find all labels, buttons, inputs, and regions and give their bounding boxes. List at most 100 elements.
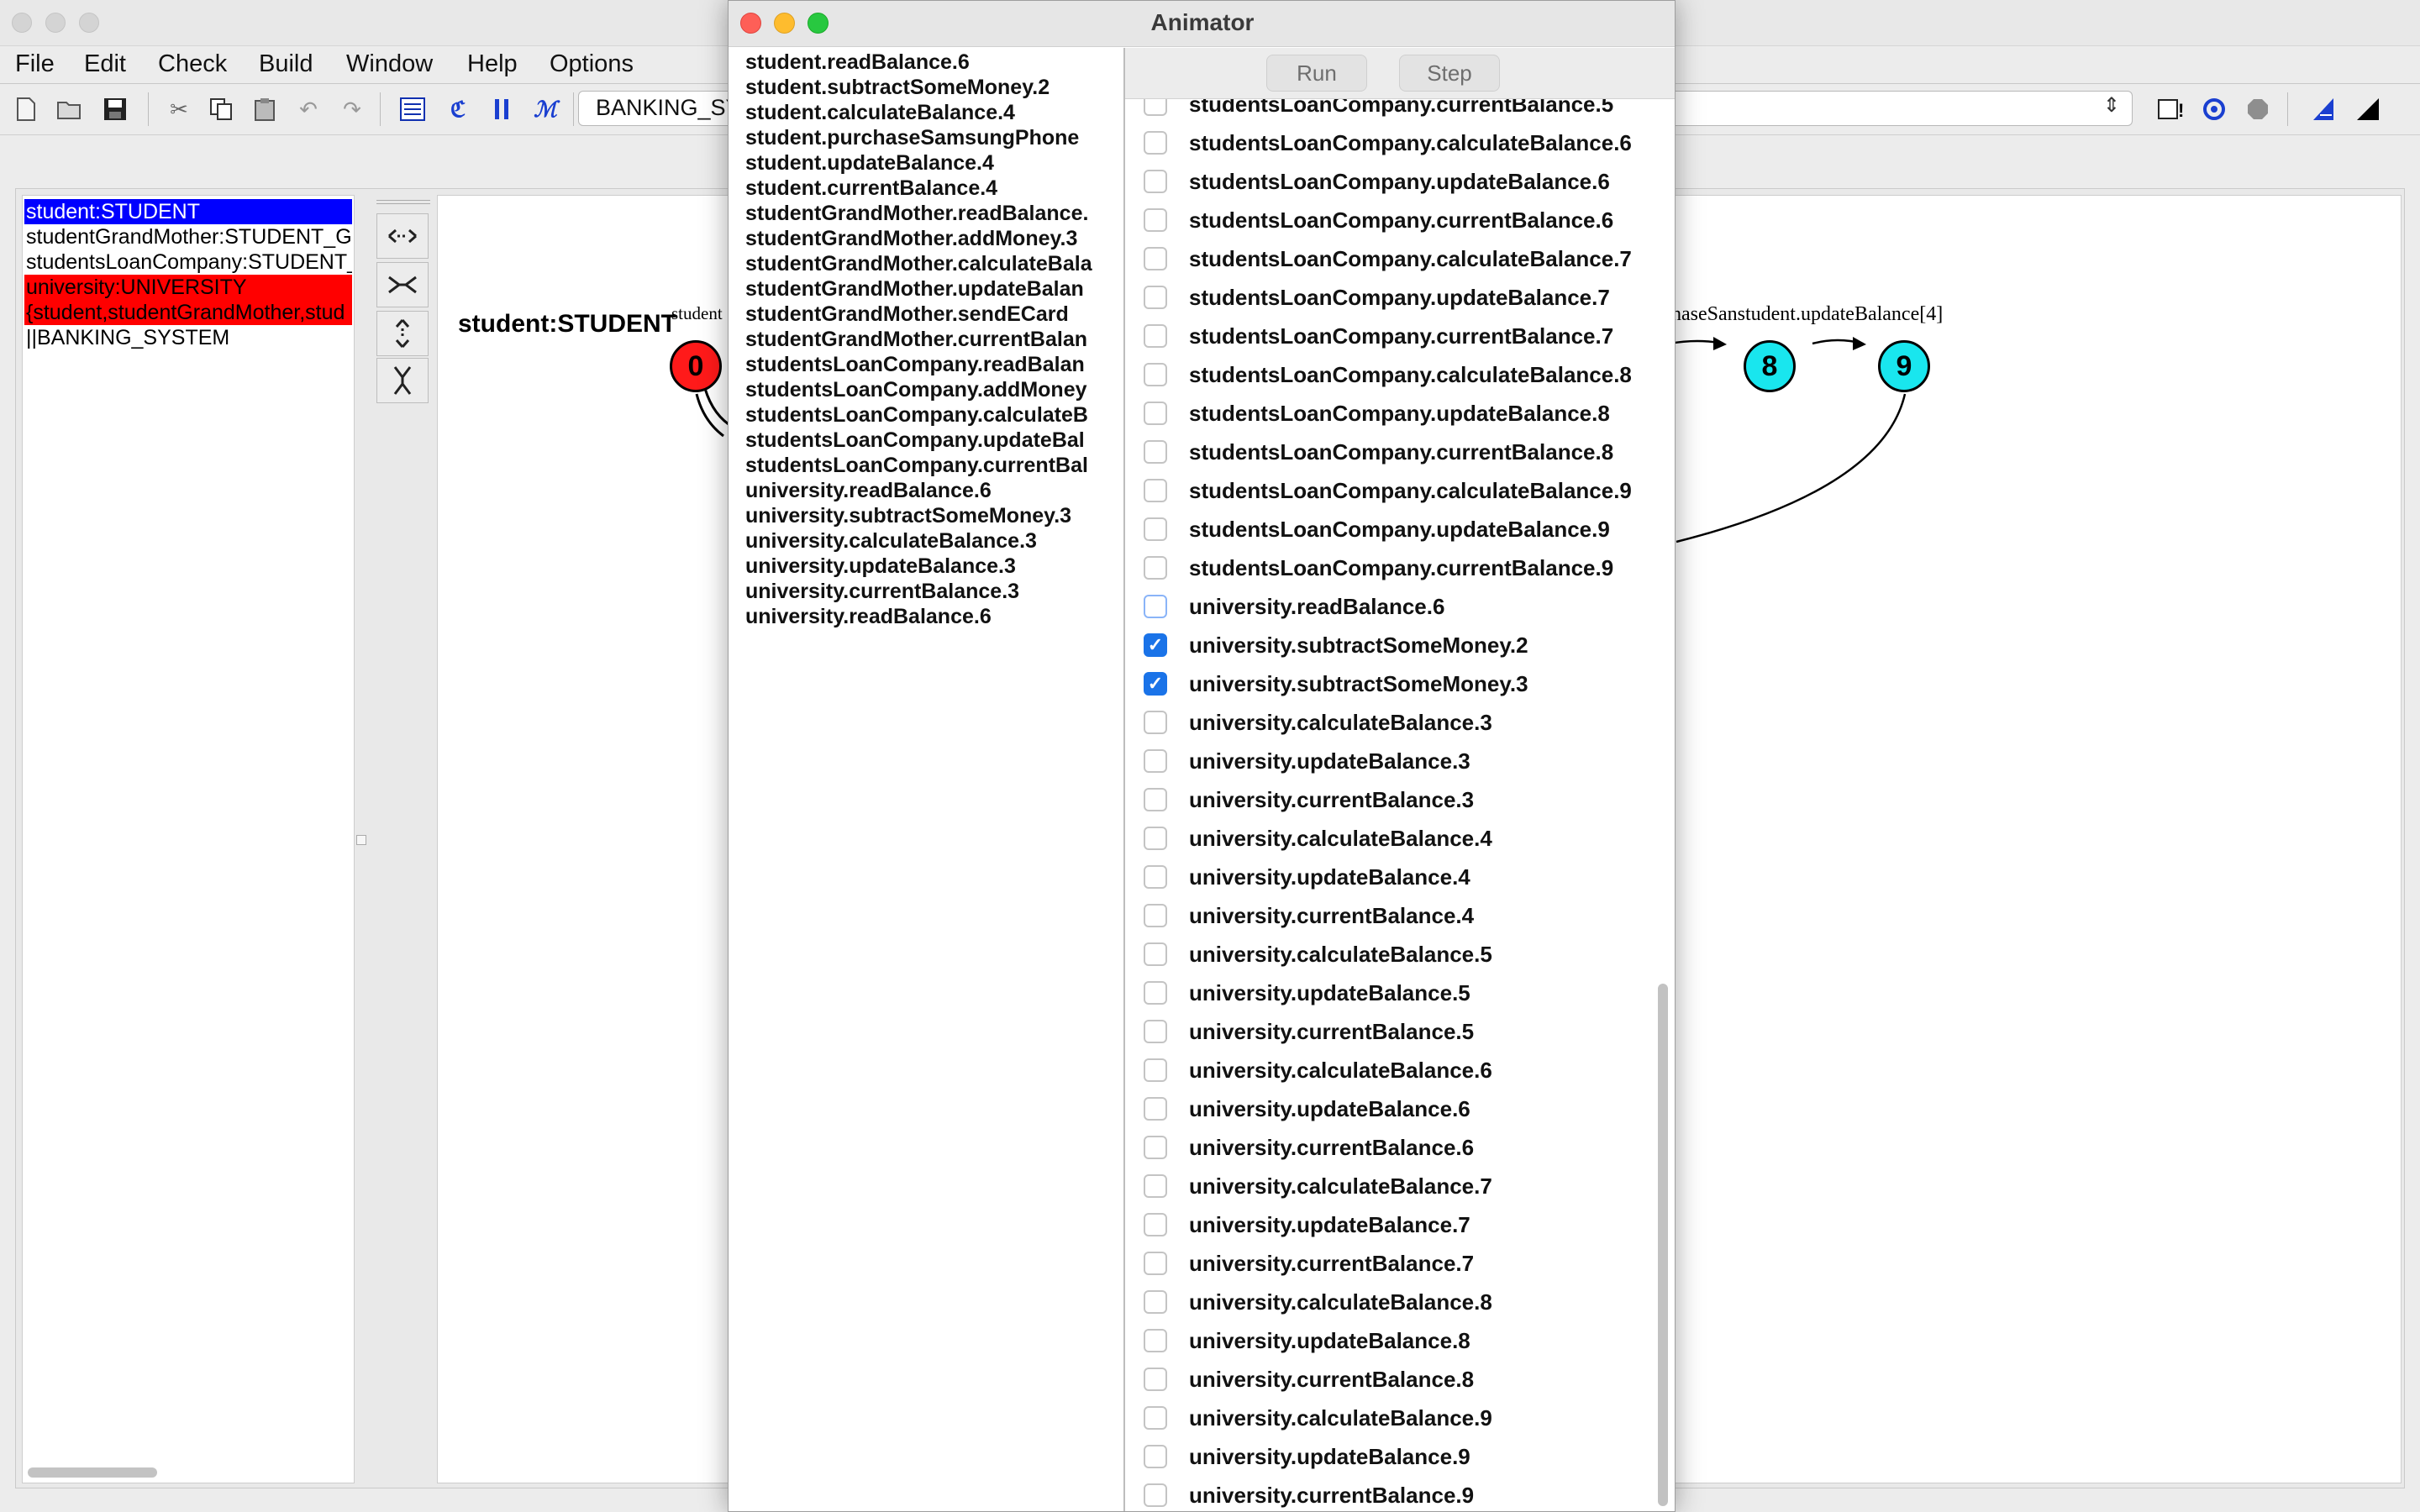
action-checkbox[interactable] xyxy=(1144,363,1167,386)
open-folder-icon[interactable] xyxy=(50,90,89,129)
action-checkbox[interactable] xyxy=(1144,865,1167,889)
process-item-grandmother[interactable]: studentGrandMother:STUDENT_G xyxy=(24,224,352,249)
action-row[interactable]: studentsLoanCompany.calculateBalance.7 xyxy=(1144,239,1632,278)
action-checkbox-checked[interactable]: ✓ xyxy=(1144,672,1167,696)
action-checkbox[interactable] xyxy=(1144,711,1167,734)
action-row[interactable]: studentsLoanCompany.calculateBalance.9 xyxy=(1144,471,1632,510)
action-checkbox-checked[interactable]: ✓ xyxy=(1144,633,1167,657)
action-row[interactable]: university.updateBalance.4 xyxy=(1144,858,1614,896)
action-checkbox[interactable] xyxy=(1144,1290,1167,1314)
safety-check-icon[interactable]: ! xyxy=(2151,90,2190,129)
action-row[interactable]: university.currentBalance.7 xyxy=(1144,1244,1614,1283)
action-checkbox[interactable] xyxy=(1144,904,1167,927)
action-checkbox[interactable] xyxy=(1144,286,1167,309)
action-checkbox[interactable] xyxy=(1144,1020,1167,1043)
menu-check[interactable]: Check xyxy=(158,50,227,78)
action-checkbox[interactable] xyxy=(1144,981,1167,1005)
menu-build[interactable]: Build xyxy=(259,50,313,78)
menu-options[interactable]: Options xyxy=(550,50,634,78)
action-row[interactable]: university.calculateBalance.7 xyxy=(1144,1167,1614,1205)
menu-edit[interactable]: Edit xyxy=(84,50,126,78)
action-row[interactable]: studentsLoanCompany.calculateBalance.8 xyxy=(1144,355,1632,394)
draw-icon[interactable] xyxy=(2349,90,2388,129)
action-row[interactable]: university.calculateBalance.6 xyxy=(1144,1051,1614,1089)
run-button[interactable]: Run xyxy=(1266,55,1367,92)
save-icon[interactable] xyxy=(96,90,134,129)
action-checkbox[interactable] xyxy=(1144,827,1167,850)
action-checkbox[interactable] xyxy=(1144,1058,1167,1082)
action-checkbox[interactable] xyxy=(1144,1252,1167,1275)
action-row[interactable]: university.currentBalance.6 xyxy=(1144,1128,1614,1167)
action-checkbox[interactable] xyxy=(1144,479,1167,502)
action-row[interactable]: university.calculateBalance.4 xyxy=(1144,819,1614,858)
minimise-icon[interactable]: ℳ xyxy=(526,90,565,129)
action-row[interactable]: university.currentBalance.5 xyxy=(1144,1012,1614,1051)
action-checkbox[interactable] xyxy=(1144,1483,1167,1507)
progress-check-icon[interactable] xyxy=(2195,90,2233,129)
action-checkbox[interactable] xyxy=(1144,1406,1167,1430)
minimize-button[interactable] xyxy=(45,13,66,33)
action-checkbox[interactable] xyxy=(1144,1174,1167,1198)
compile-icon[interactable]: ℭ xyxy=(439,90,477,129)
action-checkbox[interactable] xyxy=(1144,131,1167,155)
action-row[interactable]: university.updateBalance.9 xyxy=(1144,1437,1614,1476)
edit-view-icon[interactable] xyxy=(393,90,432,129)
action-row[interactable]: studentsLoanCompany.updateBalance.8 xyxy=(1144,394,1614,433)
expand-horizontal-icon[interactable] xyxy=(376,213,429,259)
animate-icon[interactable] xyxy=(2306,90,2344,129)
action-checkbox[interactable] xyxy=(1144,788,1167,811)
action-checkbox[interactable] xyxy=(1144,402,1167,425)
action-row[interactable]: university.calculateBalance.3 xyxy=(1144,703,1614,742)
action-row[interactable]: university.updateBalance.7 xyxy=(1144,1205,1614,1244)
close-button[interactable] xyxy=(12,13,32,33)
menu-file[interactable]: File xyxy=(15,50,55,78)
action-row[interactable]: ✓ university.subtractSomeMoney.3 xyxy=(1144,664,1614,703)
process-item-university[interactable]: university:UNIVERSITY xyxy=(24,275,352,300)
action-checkbox[interactable] xyxy=(1144,1445,1167,1468)
action-checkbox[interactable] xyxy=(1144,208,1167,232)
new-file-icon[interactable] xyxy=(7,90,45,129)
action-row[interactable]: studentsLoanCompany.currentBalance.6 xyxy=(1144,201,1614,239)
action-checkbox[interactable] xyxy=(1144,749,1167,773)
process-list[interactable]: student:STUDENT studentGrandMother:STUDE… xyxy=(22,195,355,1483)
process-item-banking-system[interactable]: ||BANKING_SYSTEM xyxy=(24,325,352,350)
shrink-horizontal-icon[interactable] xyxy=(376,262,429,307)
action-row[interactable]: ✓ university.subtractSomeMoney.2 xyxy=(1144,626,1614,664)
action-row[interactable]: university.currentBalance.9 xyxy=(1144,1476,1614,1511)
action-row[interactable]: university.updateBalance.8 xyxy=(1144,1321,1614,1360)
action-row[interactable]: university.readBalance.6 xyxy=(1144,587,1614,626)
state-node-8[interactable]: 8 xyxy=(1744,340,1796,392)
action-row[interactable]: studentsLoanCompany.currentBalance.9 xyxy=(1144,549,1614,587)
paste-icon[interactable] xyxy=(245,90,284,129)
action-checkbox[interactable] xyxy=(1144,440,1167,464)
cut-icon[interactable]: ✂ xyxy=(160,90,198,129)
action-row[interactable]: university.calculateBalance.5 xyxy=(1144,935,1614,974)
process-list-scrollbar[interactable] xyxy=(28,1467,157,1478)
action-row[interactable]: studentsLoanCompany.currentBalance.8 xyxy=(1144,433,1614,471)
action-row[interactable]: university.calculateBalance.9 xyxy=(1144,1399,1614,1437)
action-checkbox[interactable] xyxy=(1144,1368,1167,1391)
step-button[interactable]: Step xyxy=(1399,55,1500,92)
menu-help[interactable]: Help xyxy=(467,50,518,78)
action-checkbox[interactable] xyxy=(1144,517,1167,541)
shrink-vertical-icon[interactable] xyxy=(376,358,429,403)
state-node-0[interactable]: 0 xyxy=(670,340,722,392)
action-row[interactable]: university.currentBalance.8 xyxy=(1144,1360,1614,1399)
action-checkbox[interactable] xyxy=(1144,595,1167,618)
state-node-9[interactable]: 9 xyxy=(1878,340,1930,392)
action-row[interactable]: university.updateBalance.6 xyxy=(1144,1089,1614,1128)
action-row[interactable]: studentsLoanCompany.updateBalance.7 xyxy=(1144,278,1614,317)
action-row[interactable]: university.currentBalance.3 xyxy=(1144,780,1614,819)
redo-icon[interactable]: ↷ xyxy=(333,90,371,129)
parallel-compose-icon[interactable] xyxy=(482,90,521,129)
action-checkbox[interactable] xyxy=(1144,1136,1167,1159)
action-row[interactable]: university.updateBalance.5 xyxy=(1144,974,1614,1012)
split-divider-handle[interactable] xyxy=(356,835,366,845)
action-checkbox[interactable] xyxy=(1144,1329,1167,1352)
copy-icon[interactable] xyxy=(202,90,240,129)
action-row[interactable]: studentsLoanCompany.updateBalance.6 xyxy=(1144,162,1614,201)
action-checkbox[interactable] xyxy=(1144,1097,1167,1121)
action-checkbox[interactable] xyxy=(1144,942,1167,966)
action-vertical-scrollbar[interactable] xyxy=(1658,984,1668,1506)
action-row[interactable]: university.calculateBalance.8 xyxy=(1144,1283,1614,1321)
